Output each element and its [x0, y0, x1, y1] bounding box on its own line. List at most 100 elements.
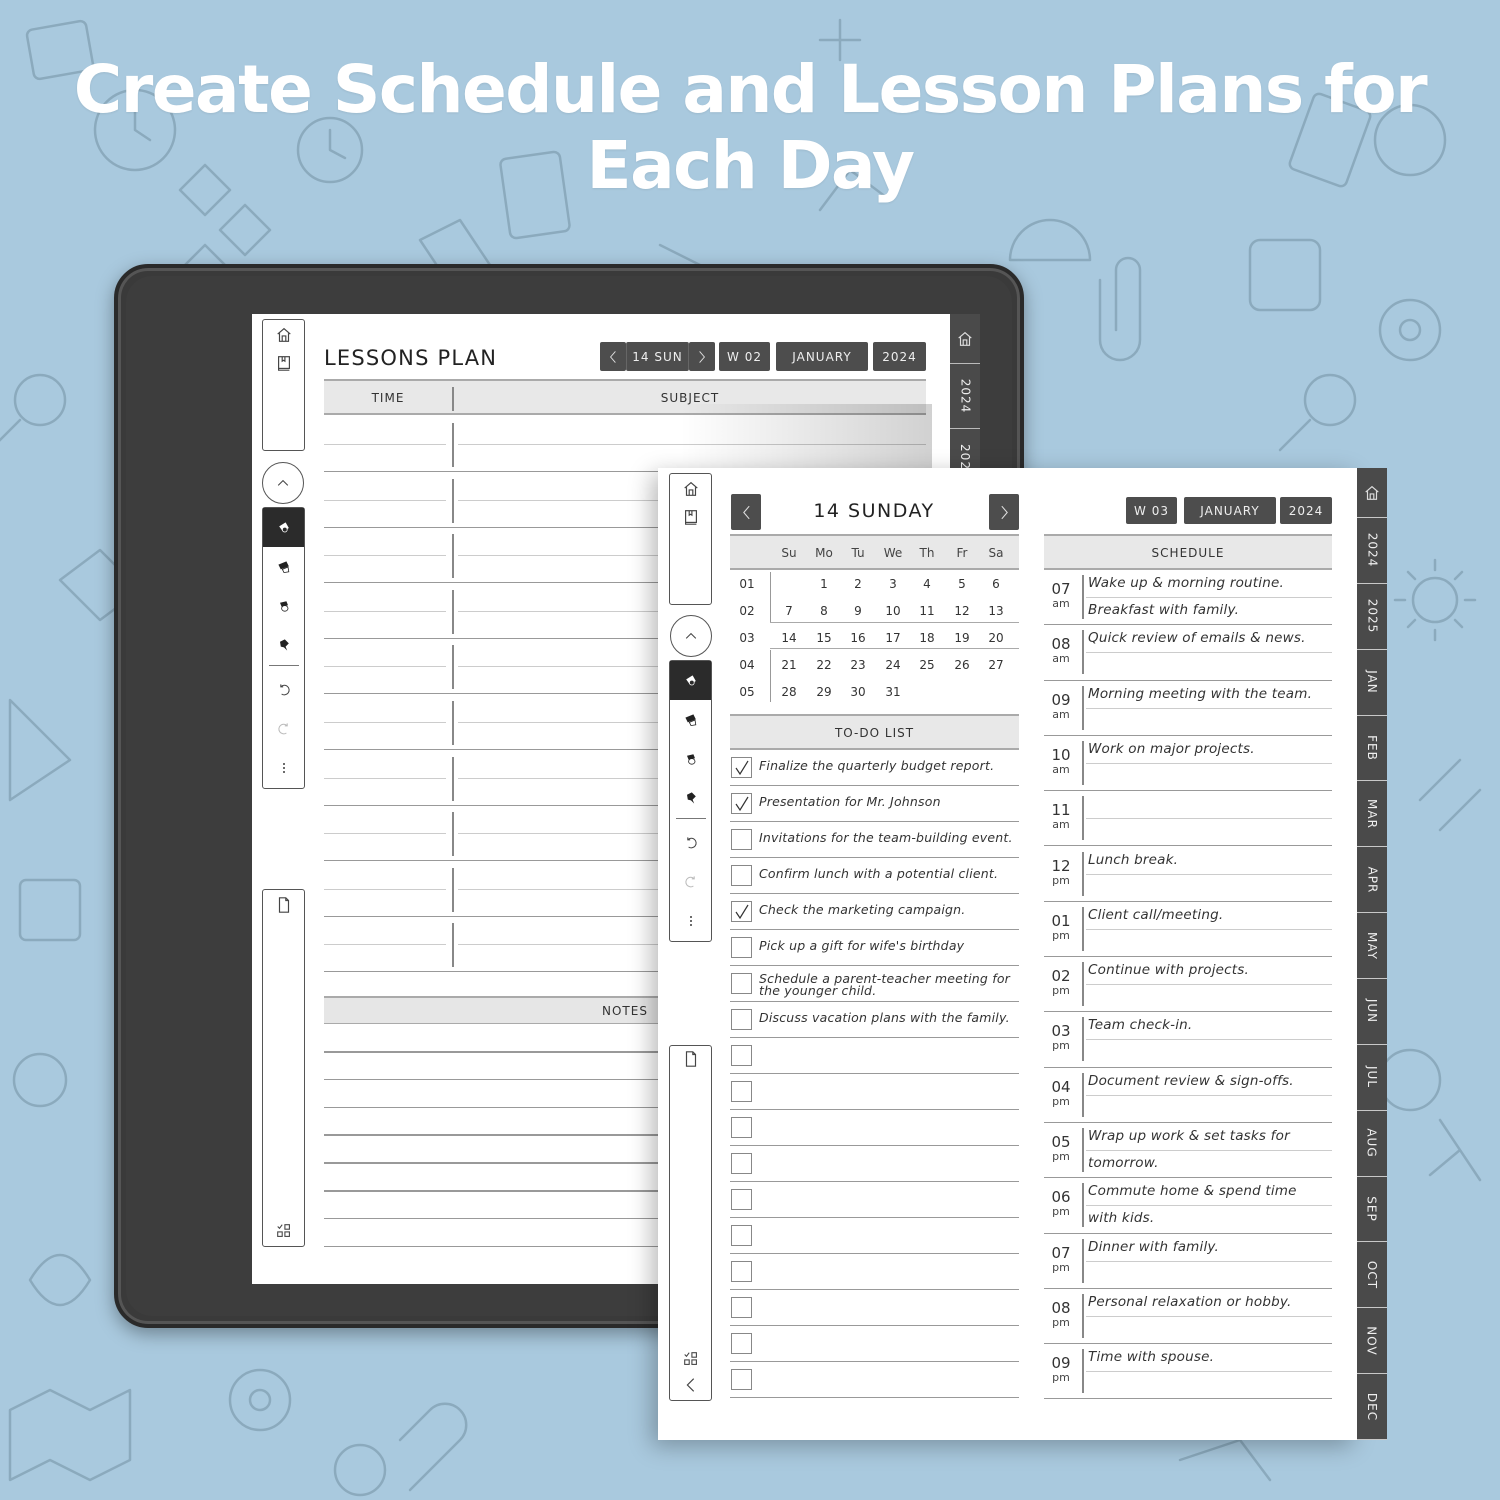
todo-checkbox[interactable]	[731, 829, 752, 850]
pen-tool[interactable]	[263, 508, 304, 548]
side-tab-nov[interactable]: NOV	[1357, 1308, 1387, 1375]
eraser-tool[interactable]	[263, 586, 304, 625]
calendar-day[interactable]: 10	[876, 604, 910, 618]
todo-checkbox[interactable]	[731, 793, 752, 814]
month-chip[interactable]: JANUARY	[1184, 497, 1276, 524]
year-chip[interactable]: 2024	[1280, 497, 1332, 524]
calendar-day[interactable]: 15	[807, 631, 841, 645]
todo-checkbox[interactable]	[731, 1297, 752, 1318]
schedule-slot[interactable]: 11 am	[1044, 791, 1332, 847]
next-day-button[interactable]	[989, 494, 1019, 530]
calendar-day[interactable]: 25	[910, 658, 944, 672]
calendar-day[interactable]: 7	[772, 604, 806, 618]
calendar-day[interactable]: 4	[910, 577, 944, 591]
side-tab-mar[interactable]: MAR	[1357, 781, 1387, 848]
slot-text-line-1[interactable]: Morning meeting with the team.	[1088, 686, 1330, 702]
slot-text-line-1[interactable]: Wake up & morning routine.	[1088, 575, 1330, 591]
calendar-day[interactable]: 2	[841, 577, 875, 591]
side-tab-home[interactable]	[950, 314, 980, 364]
todo-text[interactable]: Pick up a gift for wife's birthday	[759, 939, 1015, 952]
prev-day-button[interactable]	[600, 342, 626, 371]
slot-text-line-2[interactable]: with kids.	[1088, 1210, 1330, 1226]
calendar-day[interactable]: 11	[910, 604, 944, 618]
calendar-day[interactable]: 1	[807, 577, 841, 591]
side-tab-jan[interactable]: JAN	[1357, 649, 1387, 716]
todo-checkbox[interactable]	[731, 973, 752, 994]
slot-text-line-1[interactable]: Document review & sign-offs.	[1088, 1073, 1330, 1089]
todo-checkbox[interactable]	[731, 1261, 752, 1282]
slot-text-line-1[interactable]: Quick review of emails & news.	[1088, 630, 1330, 646]
slot-text-line-2[interactable]: tomorrow.	[1088, 1155, 1330, 1171]
schedule-slot[interactable]: 08 am Quick review of emails & news.	[1044, 625, 1332, 681]
notebook-icon[interactable]	[680, 506, 702, 528]
schedule-slot[interactable]: 09 pm Time with spouse.	[1044, 1344, 1332, 1400]
schedule-slot[interactable]: 02 pm Continue with projects.	[1044, 957, 1332, 1013]
year-chip[interactable]: 2024	[873, 342, 926, 371]
side-tab-2024[interactable]: 2024	[1357, 518, 1387, 584]
side-tab-feb[interactable]: FEB	[1357, 715, 1387, 782]
page-icon[interactable]	[273, 894, 295, 916]
date-chip[interactable]: 14 SUN	[626, 342, 689, 371]
todo-checkbox[interactable]	[731, 1225, 752, 1246]
slot-text-line-1[interactable]: Wrap up work & set tasks for	[1088, 1128, 1330, 1144]
page-icon[interactable]	[680, 1048, 702, 1070]
schedule-slot[interactable]: 07 am Wake up & morning routine. Breakfast …	[1044, 570, 1332, 626]
slot-text-line-1[interactable]: Work on major projects.	[1088, 741, 1330, 757]
todo-checkbox[interactable]	[731, 1081, 752, 1102]
month-chip[interactable]: JANUARY	[776, 342, 868, 371]
calendar-day[interactable]: 18	[910, 631, 944, 645]
side-tab-dec[interactable]: DEC	[1357, 1374, 1387, 1441]
slot-text-line-1[interactable]: Dinner with family.	[1088, 1239, 1330, 1255]
marker-tool[interactable]	[670, 700, 711, 739]
schedule-slot[interactable]: 06 pm Commute home & spend time with kids.	[1044, 1178, 1332, 1234]
calendar-day[interactable]: 9	[841, 604, 875, 618]
home-icon[interactable]	[680, 478, 702, 500]
side-tab-jul[interactable]: JUL	[1357, 1044, 1387, 1111]
calendar-day[interactable]: 23	[841, 658, 875, 672]
todo-text[interactable]: Check the marketing campaign.	[759, 903, 1015, 916]
slot-text-line-1[interactable]: Commute home & spend time	[1088, 1183, 1330, 1199]
calendar-day[interactable]: 6	[979, 577, 1013, 591]
side-tab-2024[interactable]: 2024	[950, 364, 980, 429]
scroll-up-button[interactable]	[262, 462, 304, 504]
todo-checkbox[interactable]	[731, 757, 752, 778]
schedule-slot[interactable]: 04 pm Document review & sign-offs.	[1044, 1068, 1332, 1123]
schedule-slot[interactable]: 10 am Work on major projects.	[1044, 736, 1332, 792]
side-tab-home[interactable]	[1357, 468, 1387, 518]
lasso-tool[interactable]	[263, 626, 304, 665]
redo-button[interactable]	[263, 710, 304, 749]
calendar-day[interactable]: 5	[945, 577, 979, 591]
calendar-day[interactable]: 13	[979, 604, 1013, 618]
week-number[interactable]: 05	[732, 685, 762, 699]
calendar-day[interactable]: 21	[772, 658, 806, 672]
undo-button[interactable]	[670, 823, 711, 862]
home-icon[interactable]	[273, 324, 295, 346]
calendar-day[interactable]: 17	[876, 631, 910, 645]
schedule-slot[interactable]: 08 pm Personal relaxation or hobby.	[1044, 1289, 1332, 1345]
todo-checkbox[interactable]	[731, 901, 752, 922]
templates-icon[interactable]	[273, 1220, 295, 1242]
calendar-day[interactable]: 22	[807, 658, 841, 672]
week-number[interactable]: 02	[732, 604, 762, 618]
todo-checkbox[interactable]	[731, 1009, 752, 1030]
next-day-button[interactable]	[689, 342, 715, 371]
schedule-slot[interactable]: 01 pm Client call/meeting.	[1044, 902, 1332, 958]
calendar-day[interactable]: 8	[807, 604, 841, 618]
todo-checkbox[interactable]	[731, 1153, 752, 1174]
schedule-slot[interactable]: 09 am Morning meeting with the team.	[1044, 681, 1332, 736]
side-tab-2025[interactable]: 2025	[1357, 583, 1387, 650]
calendar-day[interactable]: 24	[876, 658, 910, 672]
calendar-day[interactable]: 27	[979, 658, 1013, 672]
week-number[interactable]: 01	[732, 577, 762, 591]
calendar-day[interactable]: 26	[945, 658, 979, 672]
slot-text-line-1[interactable]: Personal relaxation or hobby.	[1088, 1294, 1330, 1310]
pen-tool[interactable]	[670, 661, 711, 701]
todo-text[interactable]: Discuss vacation plans with the family.	[759, 1011, 1015, 1024]
todo-text[interactable]: Schedule a parent-teacher meeting for th…	[759, 972, 1015, 997]
calendar-day[interactable]: 3	[876, 577, 910, 591]
side-tab-may[interactable]: MAY	[1357, 913, 1387, 980]
todo-checkbox[interactable]	[731, 1189, 752, 1210]
scroll-up-button[interactable]	[670, 615, 712, 657]
notebook-icon[interactable]	[273, 352, 295, 374]
slot-text-line-1[interactable]: Client call/meeting.	[1088, 907, 1330, 923]
